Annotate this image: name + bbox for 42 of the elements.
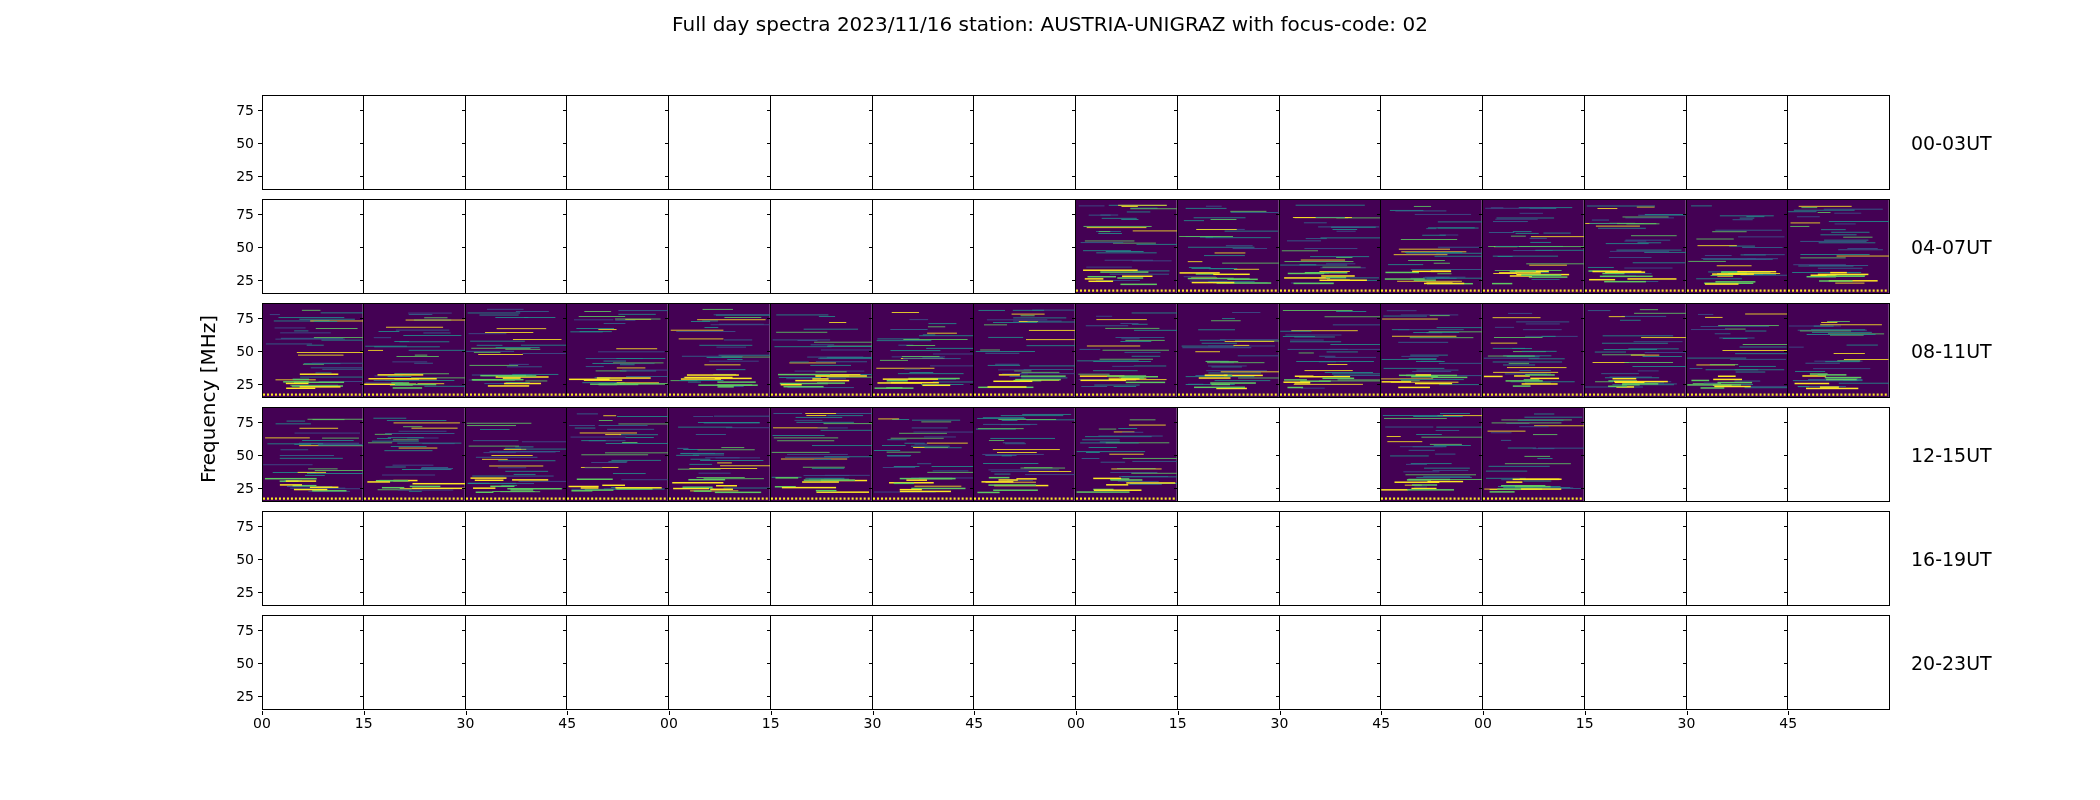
y-axis-label: Frequency [MHz]	[196, 313, 220, 486]
y-tick-label: 25	[235, 375, 254, 392]
x-tick-label: 00	[252, 715, 272, 731]
x-tick-label: 00	[659, 715, 679, 731]
x-tick-label: 15	[1167, 715, 1188, 731]
x-tick-label: 00	[1473, 715, 1493, 731]
y-tick-label: 50	[235, 238, 254, 255]
x-tick-label: 00	[1066, 715, 1086, 731]
x-tick-label: 15	[353, 715, 374, 731]
y-tick-label: 25	[235, 479, 254, 496]
row-time-label: 12-15UT	[1911, 442, 1992, 467]
y-tick-label: 50	[235, 550, 254, 567]
y-tick-label: 25	[235, 271, 254, 288]
row-time-label: 20-23UT	[1911, 650, 1992, 675]
x-tick-label: 45	[557, 715, 578, 731]
y-tick-label: 75	[235, 310, 254, 327]
y-tick-label: 25	[235, 583, 254, 600]
y-tick-label: 75	[235, 414, 254, 431]
y-tick-label: 75	[235, 518, 254, 535]
y-tick-label: 75	[235, 622, 254, 639]
y-tick-label: 50	[235, 446, 254, 463]
figure-title: Full day spectra 2023/11/16 station: AUSTRIA-UNIGRAZ with focus-code: 02	[672, 12, 1428, 36]
x-tick-label: 15	[760, 715, 781, 731]
y-tick-label: 75	[235, 206, 254, 223]
y-tick-label: 25	[235, 167, 254, 184]
row-time-label: 04-07UT	[1911, 234, 1992, 259]
y-tick-label: 75	[235, 102, 254, 119]
x-tick-label: 45	[1371, 715, 1392, 731]
x-tick-label: 45	[1778, 715, 1799, 731]
x-tick-label: 45	[964, 715, 985, 731]
y-tick-label: 25	[235, 687, 254, 704]
row-time-label: 16-19UT	[1911, 546, 1992, 571]
y-tick-label: 50	[235, 654, 254, 671]
y-tick-label: 50	[235, 134, 254, 151]
x-tick-label: 30	[1676, 715, 1697, 731]
x-tick-label: 15	[1574, 715, 1595, 731]
y-tick-label: 50	[235, 342, 254, 359]
x-tick-label: 30	[1269, 715, 1290, 731]
x-tick-label: 30	[455, 715, 476, 731]
x-tick-label: 30	[862, 715, 883, 731]
row-time-label: 00-03UT	[1911, 130, 1992, 155]
row-time-label: 08-11UT	[1911, 338, 1992, 363]
